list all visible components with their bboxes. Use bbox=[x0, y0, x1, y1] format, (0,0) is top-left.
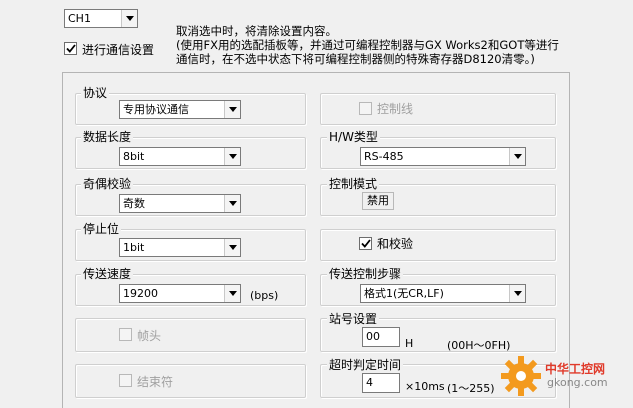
baud-rate-value: 19200 bbox=[123, 287, 158, 300]
check-icon bbox=[360, 239, 371, 248]
hw-type-title: H/W类型 bbox=[327, 130, 380, 144]
chevron-down-icon bbox=[224, 239, 240, 256]
sum-check-label: 和校验 bbox=[377, 237, 414, 251]
control-mode-value: 禁用 bbox=[362, 192, 394, 210]
data-length-title: 数据长度 bbox=[81, 130, 134, 144]
chevron-down-icon bbox=[224, 148, 240, 165]
note-line-1: 取消选中时，将清除设置内容。 bbox=[176, 24, 337, 38]
sum-check-group bbox=[320, 229, 556, 261]
transmission-procedure-title: 传送控制步骤 bbox=[327, 267, 404, 281]
sum-check-checkbox[interactable] bbox=[359, 237, 372, 250]
parity-select[interactable]: 奇数 bbox=[119, 194, 241, 213]
station-number-unit: H bbox=[405, 337, 414, 350]
station-number-range: (00H～0FH) bbox=[447, 339, 511, 352]
station-number-input[interactable]: 00 bbox=[362, 327, 400, 347]
control-mode-title: 控制模式 bbox=[327, 177, 380, 191]
stop-bit-value: 1bit bbox=[123, 241, 145, 254]
comm-settings-label: 进行通信设置 bbox=[82, 43, 155, 57]
control-line-label: 控制线 bbox=[377, 102, 414, 116]
timeout-unit: ×10ms bbox=[405, 380, 445, 393]
baud-rate-select[interactable]: 19200 bbox=[119, 284, 241, 303]
header-group bbox=[75, 318, 306, 352]
data-length-select[interactable]: 8bit bbox=[119, 147, 241, 166]
transmission-procedure-value: 格式1(无CR,LF) bbox=[364, 287, 444, 300]
terminator-checkbox[interactable] bbox=[119, 374, 132, 387]
timeout-title: 超时判定时间 bbox=[327, 358, 404, 372]
protocol-title: 协议 bbox=[81, 86, 110, 100]
control-line-group bbox=[320, 93, 556, 125]
hw-type-value: RS-485 bbox=[364, 150, 404, 163]
timeout-input[interactable]: 4 bbox=[362, 373, 400, 393]
note-line-3: 通信时，在不选中状态下将可编程控制器侧的特殊寄存器D8120清零。) bbox=[176, 52, 535, 66]
station-number-title: 站号设置 bbox=[327, 312, 380, 326]
comm-settings-checkbox[interactable] bbox=[64, 42, 77, 55]
check-icon bbox=[65, 44, 76, 53]
stop-bit-title: 停止位 bbox=[81, 222, 122, 236]
watermark-url: gkong.com bbox=[547, 376, 608, 389]
baud-rate-unit: (bps) bbox=[250, 289, 279, 302]
gear-icon bbox=[501, 356, 541, 396]
hw-type-select[interactable]: RS-485 bbox=[360, 147, 526, 166]
data-length-value: 8bit bbox=[123, 150, 145, 163]
channel-value: CH1 bbox=[68, 12, 91, 25]
watermark-logo: 中华工控网 gkong.com bbox=[499, 352, 629, 402]
protocol-select[interactable]: 专用协议通信 bbox=[119, 100, 241, 119]
chevron-down-icon bbox=[224, 101, 240, 118]
channel-select[interactable]: CH1 bbox=[64, 9, 138, 28]
header-checkbox[interactable] bbox=[119, 328, 132, 341]
transmission-procedure-select[interactable]: 格式1(无CR,LF) bbox=[360, 284, 526, 303]
parity-title: 奇偶校验 bbox=[81, 177, 134, 191]
note-line-2: (使用FX用的选配插板等，并通过可编程控制器与GX Works2和GOT等进行 bbox=[176, 38, 559, 52]
chevron-down-icon bbox=[224, 195, 240, 212]
parity-value: 奇数 bbox=[123, 197, 145, 210]
chevron-down-icon bbox=[224, 285, 240, 302]
chevron-down-icon bbox=[121, 10, 137, 27]
protocol-value: 专用协议通信 bbox=[123, 103, 189, 116]
watermark-title: 中华工控网 bbox=[545, 362, 606, 376]
chevron-down-icon bbox=[509, 285, 525, 302]
header-label: 帧头 bbox=[137, 329, 162, 343]
baud-rate-title: 传送速度 bbox=[81, 267, 134, 281]
control-line-checkbox[interactable] bbox=[359, 102, 372, 115]
chevron-down-icon bbox=[509, 148, 525, 165]
terminator-label: 结束符 bbox=[137, 375, 174, 389]
timeout-range: (1～255) bbox=[447, 382, 495, 395]
terminator-group bbox=[75, 364, 306, 398]
stop-bit-select[interactable]: 1bit bbox=[119, 238, 241, 257]
